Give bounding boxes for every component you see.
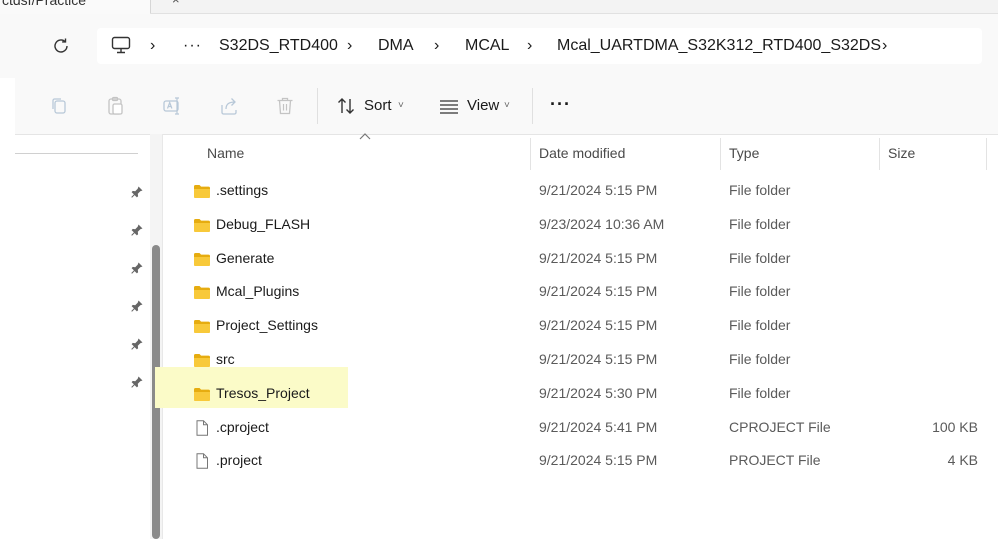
nav-pane-divider <box>15 153 138 154</box>
file-name: .project <box>216 452 262 469</box>
sort-icon[interactable] <box>335 95 357 117</box>
tab-close-icon[interactable]: × <box>172 0 180 7</box>
paste-icon[interactable] <box>105 95 127 117</box>
file-type: File folder <box>729 283 791 300</box>
folder-icon <box>193 183 211 199</box>
file-type: File folder <box>729 182 791 198</box>
this-pc-icon[interactable] <box>110 34 132 56</box>
file-name: .settings <box>216 182 269 198</box>
share-icon[interactable] <box>218 95 240 117</box>
breadcrumb-separator: › <box>434 37 440 54</box>
column-divider[interactable] <box>986 138 987 170</box>
column-divider[interactable] <box>720 138 721 170</box>
breadcrumb-s32ds-rtd400[interactable]: S32DS_RTD400 <box>219 37 338 55</box>
file-icon <box>193 453 211 470</box>
table-row[interactable]: Debug_FLASH 9/23/2024 10:36 AM File folder <box>163 208 998 242</box>
folder-icon <box>193 318 211 334</box>
file-name: src <box>216 351 235 367</box>
folder-icon <box>193 352 211 368</box>
file-date-modified: 9/21/2024 5:15 PM <box>539 452 658 469</box>
file-date-modified: 9/21/2024 5:15 PM <box>539 283 658 300</box>
breadcrumb-separator: › <box>527 37 533 54</box>
file-type: File folder <box>729 384 791 401</box>
column-header-date-modified[interactable]: Date modified <box>539 145 625 161</box>
breadcrumb-dma[interactable]: DMA <box>378 37 414 55</box>
folder-icon <box>193 217 211 233</box>
file-name: Debug_FLASH <box>216 215 311 232</box>
pin-icon[interactable] <box>130 299 144 313</box>
file-name: .cproject <box>216 418 269 435</box>
table-row[interactable]: Tresos_Project 9/21/2024 5:30 PM File fold… <box>163 377 998 411</box>
file-type: File folder <box>729 249 791 266</box>
sort-dropdown-icon[interactable]: ˅ <box>398 100 404 111</box>
pin-icon[interactable] <box>130 337 144 351</box>
column-header-size[interactable]: Size <box>888 145 915 161</box>
breadcrumb-separator: › <box>150 37 156 54</box>
folder-icon <box>193 386 211 402</box>
file-size: 4 KB <box>947 452 978 469</box>
file-date-modified: 9/21/2024 5:15 PM <box>539 351 658 367</box>
toolbar-divider <box>532 88 533 124</box>
column-header-type[interactable]: Type <box>729 145 759 161</box>
breadcrumb-separator[interactable]: › <box>882 37 887 55</box>
file-date-modified: 9/21/2024 5:30 PM <box>539 384 658 401</box>
column-divider[interactable] <box>530 138 531 170</box>
table-row[interactable]: Generate 9/21/2024 5:15 PM File folder <box>163 242 998 276</box>
table-row[interactable]: Mcal_Plugins 9/21/2024 5:15 PM File folder <box>163 275 998 309</box>
file-name: Generate <box>216 249 275 266</box>
view-dropdown-icon[interactable]: ˅ <box>504 100 510 111</box>
file-name: Mcal_Plugins <box>216 283 300 300</box>
file-type: PROJECT File <box>729 452 821 469</box>
file-icon <box>193 419 211 436</box>
copy-icon[interactable] <box>48 95 70 117</box>
pin-icon[interactable] <box>130 375 144 389</box>
file-name: Project_Settings <box>216 317 318 334</box>
file-date-modified: 9/21/2024 5:15 PM <box>539 249 658 266</box>
column-header-name[interactable]: Name <box>207 145 244 161</box>
file-type: CPROJECT File <box>729 418 831 435</box>
table-row[interactable]: .settings 9/21/2024 5:15 PM File folder <box>163 174 998 208</box>
file-size: 100 KB <box>932 418 978 435</box>
pin-icon[interactable] <box>130 223 144 237</box>
toolbar-divider <box>317 88 318 124</box>
folder-icon <box>193 251 211 267</box>
more-options-button[interactable]: ··· <box>550 94 571 115</box>
table-row[interactable]: .cproject 9/21/2024 5:41 PM CPROJECT File 1… <box>163 411 998 445</box>
file-type: File folder <box>729 317 791 334</box>
file-name: Tresos_Project <box>216 384 310 401</box>
column-divider[interactable] <box>879 138 880 170</box>
folder-icon <box>193 284 211 300</box>
breadcrumb-separator: › <box>347 37 353 54</box>
table-row[interactable]: src 9/21/2024 5:15 PM File folder <box>163 343 998 377</box>
pin-icon[interactable] <box>130 261 144 275</box>
tab-title: ctdsf/Practice <box>2 0 87 8</box>
table-row[interactable]: Project_Settings 9/21/2024 5:15 PM File fo… <box>163 309 998 343</box>
file-type: File folder <box>729 215 791 232</box>
table-row[interactable]: .project 9/21/2024 5:15 PM PROJECT File 4 K… <box>163 444 998 478</box>
file-date-modified: 9/21/2024 5:41 PM <box>539 418 658 435</box>
file-type: File folder <box>729 351 791 367</box>
sort-button[interactable]: Sort <box>364 97 392 114</box>
view-icon[interactable] <box>438 95 460 117</box>
breadcrumb-mcal[interactable]: MCAL <box>465 37 509 55</box>
pin-icon[interactable] <box>130 185 144 199</box>
file-date-modified: 9/21/2024 5:15 PM <box>539 317 658 334</box>
file-date-modified: 9/21/2024 5:15 PM <box>539 182 658 198</box>
sort-ascending-icon <box>359 133 371 140</box>
file-date-modified: 9/23/2024 10:36 AM <box>539 215 665 232</box>
breadcrumb-overflow[interactable]: ··· <box>183 37 202 55</box>
refresh-icon[interactable] <box>50 35 72 57</box>
rename-icon[interactable] <box>161 95 183 117</box>
delete-icon[interactable] <box>274 95 296 117</box>
view-button[interactable]: View <box>467 97 499 114</box>
breadcrumb-project[interactable]: Mcal_UARTDMA_S32K312_RTD400_S32DS <box>557 37 881 55</box>
